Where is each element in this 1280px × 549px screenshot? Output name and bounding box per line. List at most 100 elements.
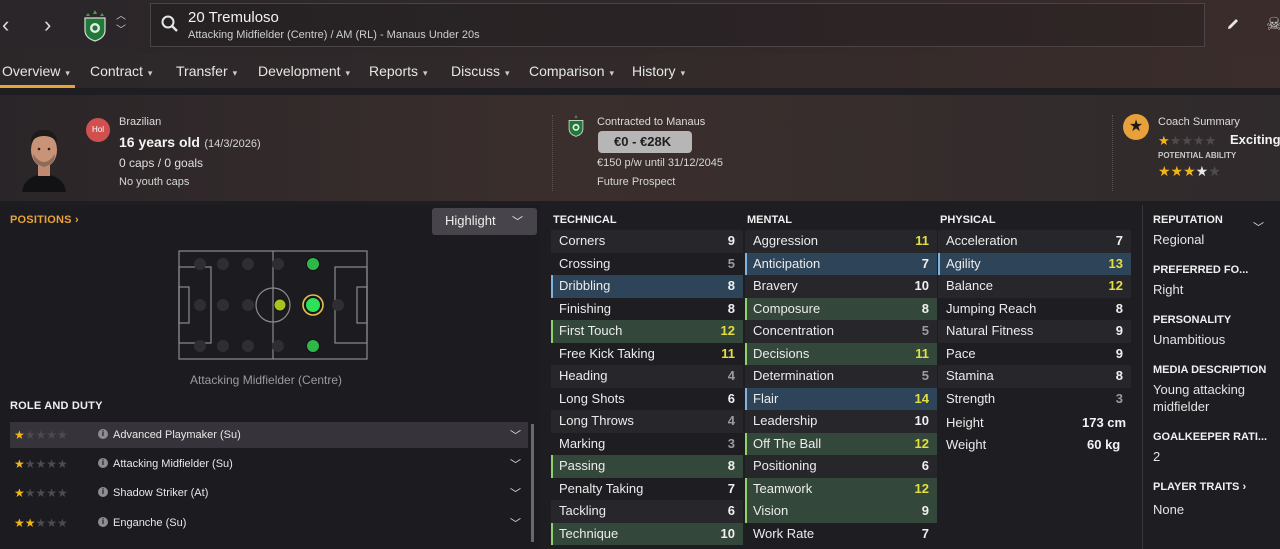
role-row[interactable]: ★★★★★ i Advanced Playmaker (Su) ﹀ [10,422,528,448]
chevron-down-icon[interactable]: ﹀ [510,515,521,531]
attribute-row[interactable]: Free Kick Taking 11 [551,343,743,366]
attribute-row[interactable]: Passing 8 [551,455,743,478]
tab-reports[interactable]: Reports ▾ [369,63,428,79]
player-avatar [22,130,66,192]
info-icon[interactable]: i [98,487,108,497]
attribute-name: Heading [559,368,608,383]
preferred-foot-heading: PREFERRED FO... [1153,264,1249,276]
search-icon[interactable] [160,14,180,34]
highlight-dropdown[interactable]: Highlight ﹀ [432,208,537,235]
info-icon[interactable]: i [98,517,108,527]
transfer-value-pill[interactable]: €0 - €28K [598,131,692,153]
info-icon[interactable]: i [98,458,108,468]
role-rating-stars: ★★★★★ [14,428,68,442]
attribute-row[interactable]: Vision 9 [745,500,937,523]
attribute-row[interactable]: Long Shots 6 [551,388,743,411]
attribute-value: 10 [914,278,929,293]
attribute-row[interactable]: Bravery 10 [745,275,937,298]
tab-contract[interactable]: Contract ▾ [90,63,152,79]
back-arrow-icon[interactable]: ‹ [2,14,9,36]
attribute-row[interactable]: Dribbling 8 [551,275,743,298]
attribute-row[interactable]: Balance 12 [938,275,1131,298]
tab-history[interactable]: History ▾ [632,63,685,79]
role-name: Attacking Midfielder (Su) [113,458,233,470]
mental-title: MENTAL [747,214,793,226]
attribute-name: Long Throws [559,413,634,428]
attribute-row[interactable]: Long Throws 4 [551,410,743,433]
attribute-row[interactable]: Strength 3 [938,388,1131,411]
attribute-value: 14 [914,390,929,406]
attribute-value: 12 [914,480,929,496]
forward-arrow-icon[interactable]: › [44,14,51,36]
player-search-box[interactable]: 20 Tremuloso Attacking Midfielder (Centr… [150,3,1205,47]
attribute-row[interactable]: Marking 3 [551,433,743,456]
attribute-row[interactable]: Tackling 6 [551,500,743,523]
positions-link[interactable]: POSITIONS › [10,214,79,226]
attribute-row[interactable]: Corners 9 [551,230,743,253]
attribute-value: 6 [921,458,929,473]
chevron-down-icon[interactable]: ﹀ [1253,219,1264,235]
attribute-value: 8 [1115,368,1123,383]
attribute-value: 7 [921,525,929,541]
attribute-row[interactable]: Teamwork 12 [745,477,937,500]
attribute-name: Long Shots [559,390,625,406]
attribute-row[interactable]: Determination 5 [745,365,937,388]
chevron-down-icon[interactable]: ﹀ [510,485,521,501]
attribute-row[interactable]: Concentration 5 [745,320,937,343]
role-row[interactable]: ★★★★★ i Shadow Striker (At) ﹀ [10,480,528,506]
attribute-value: 3 [1115,390,1123,406]
attribute-row[interactable]: Penalty Taking 7 [551,478,743,501]
attribute-row[interactable]: First Touch 12 [551,320,743,343]
attribute-value: 10 [914,413,929,428]
club-badge-icon[interactable] [82,10,108,42]
club-badge-icon [568,114,584,137]
preferred-foot-value: Right [1153,282,1184,297]
squad-status: Future Prospect [597,176,676,188]
player-traits-link[interactable]: PLAYER TRAITS › [1153,481,1246,493]
tab-comparison[interactable]: Comparison ▾ [529,63,614,79]
attribute-name: Decisions [753,345,810,361]
tab-transfer[interactable]: Transfer ▾ [176,63,237,79]
chevron-down-icon: ▾ [147,68,153,78]
attribute-row[interactable]: Technique 10 [551,522,743,545]
chevron-down-icon[interactable]: ﹀ [510,456,521,472]
role-list-scrollbar[interactable] [531,424,534,542]
attribute-row[interactable]: Work Rate 7 [745,523,937,546]
international-caps: 0 caps / 0 goals [119,156,204,170]
attribute-row[interactable]: Leadership 10 [745,410,937,433]
attribute-row[interactable]: Composure 8 [745,297,937,320]
attribute-row[interactable]: Decisions 11 [745,342,937,365]
player-switch-arrows[interactable]: ︿ ﹀ [116,10,126,38]
attribute-row[interactable]: Flair 14 [745,387,937,410]
attribute-row[interactable]: Stamina 8 [938,365,1131,388]
attribute-name: Strength [946,390,996,406]
attribute-row[interactable]: Heading 4 [551,365,743,388]
attribute-value: 5 [921,368,929,383]
attribute-row[interactable]: Anticipation 7 [745,252,937,275]
tab-overview[interactable]: Overview ▾ [2,63,70,79]
attribute-row[interactable]: Pace 9 [938,343,1131,366]
attribute-row[interactable]: Off The Ball 12 [745,432,937,455]
goalkeeper-rating-heading: GOALKEEPER RATI... [1153,431,1268,443]
attribute-row[interactable]: Positioning 6 [745,455,937,478]
tab-development[interactable]: Development ▾ [258,63,350,79]
nationality: Brazilian [119,116,162,128]
attribute-row[interactable]: Finishing 8 [551,298,743,321]
chevron-down-icon[interactable]: ﹀ [116,24,126,38]
attribute-row[interactable]: Natural Fitness 9 [938,320,1131,343]
tab-discuss[interactable]: Discuss ▾ [451,63,510,79]
role-row[interactable]: ★★★★★ i Attacking Midfielder (Su) ﹀ [10,451,528,477]
skull-menu-icon[interactable]: ☠ [1266,14,1280,35]
attribute-row[interactable]: Aggression 11 [745,230,937,253]
role-row[interactable]: ★★★★★ i Enganche (Su) ﹀ [10,510,528,536]
chevron-up-icon[interactable]: ︿ [116,10,126,24]
attribute-row[interactable]: Acceleration 7 [938,230,1131,253]
attribute-row[interactable]: Crossing 5 [551,253,743,276]
attribute-row[interactable]: Jumping Reach 8 [938,298,1131,321]
coach-descriptor: Exciting [1230,132,1280,147]
info-icon[interactable]: i [98,429,108,439]
attribute-row[interactable]: Agility 13 [938,252,1131,275]
personality-heading: PERSONALITY [1153,314,1232,326]
chevron-down-icon[interactable]: ﹀ [510,427,521,443]
pencil-icon[interactable] [1225,16,1241,32]
